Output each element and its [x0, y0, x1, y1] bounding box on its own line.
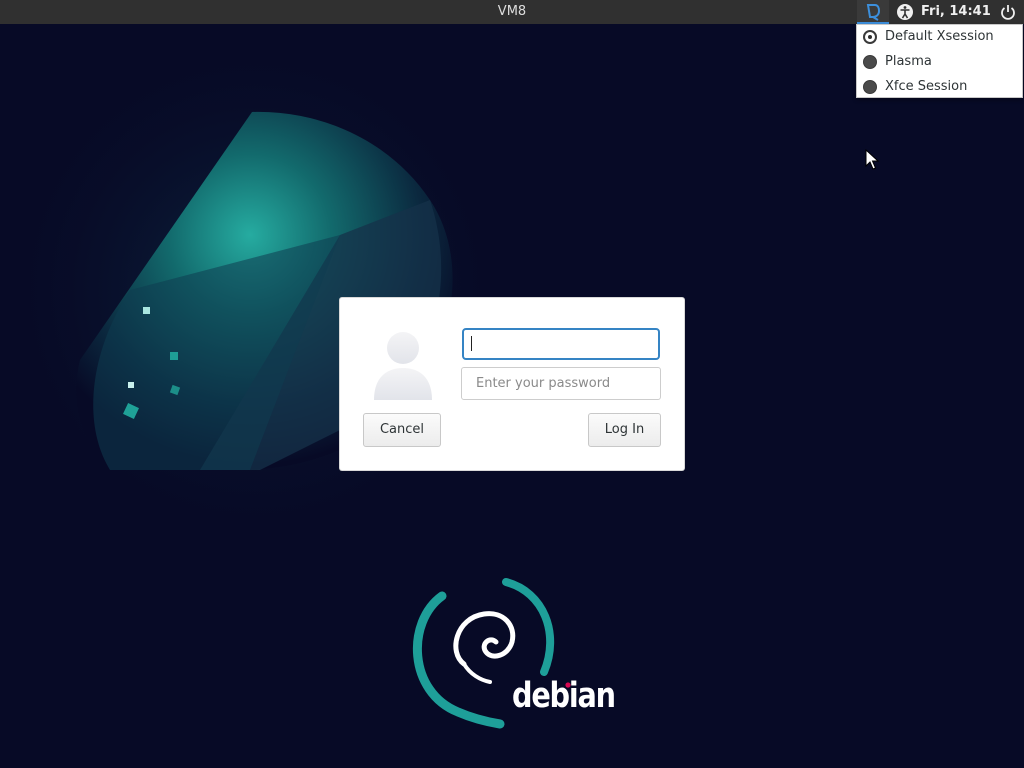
- radio-unselected-icon: [863, 80, 877, 94]
- log-in-button[interactable]: Log In: [588, 413, 661, 447]
- text-caret: [471, 336, 472, 351]
- wallpaper-square: [170, 352, 178, 360]
- debian-wordmark: debian: [512, 676, 616, 716]
- username-input[interactable]: [462, 328, 660, 360]
- login-dialog: Enter your password Cancel Log In: [340, 298, 684, 470]
- session-item-default-xsession[interactable]: Default Xsession: [857, 25, 1022, 50]
- top-panel: VM8 Fri, 14:41: [0, 0, 1024, 24]
- radio-selected-icon: [863, 30, 877, 44]
- password-placeholder: Enter your password: [476, 376, 611, 391]
- session-item-label: Xfce Session: [885, 79, 968, 94]
- power-icon[interactable]: [999, 3, 1017, 21]
- session-item-plasma[interactable]: Plasma: [857, 50, 1022, 75]
- session-item-label: Default Xsession: [885, 29, 994, 44]
- session-icon: [866, 4, 881, 21]
- user-avatar-icon: [374, 332, 432, 400]
- password-input[interactable]: Enter your password: [461, 367, 661, 400]
- session-item-xfce-session[interactable]: Xfce Session: [857, 75, 1022, 100]
- session-item-label: Plasma: [885, 54, 932, 69]
- wallpaper-square: [143, 307, 150, 314]
- wallpaper-square: [128, 382, 134, 388]
- session-menu: Default Xsession Plasma Xfce Session: [856, 24, 1023, 98]
- accessibility-icon[interactable]: [896, 3, 914, 21]
- clock[interactable]: Fri, 14:41: [921, 0, 991, 24]
- cancel-button[interactable]: Cancel: [363, 413, 441, 447]
- session-selector-button[interactable]: [857, 0, 889, 24]
- radio-unselected-icon: [863, 55, 877, 69]
- mouse-cursor-icon: [865, 149, 880, 170]
